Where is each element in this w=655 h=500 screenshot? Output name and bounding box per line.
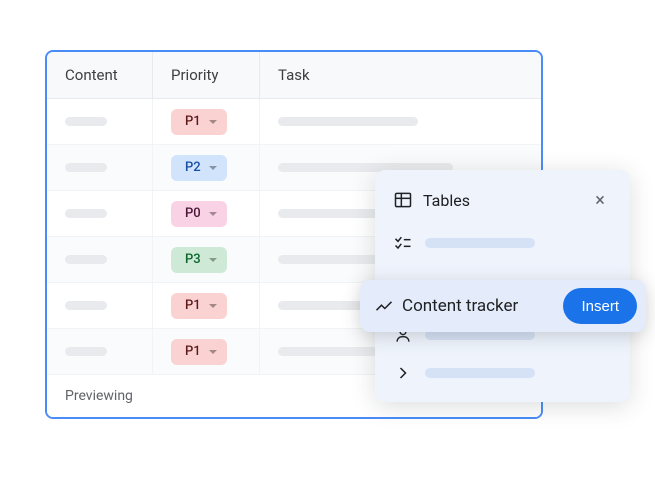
priority-label: P1 bbox=[185, 298, 201, 313]
cell-priority: P1 bbox=[152, 283, 260, 328]
priority-label: P1 bbox=[185, 114, 201, 129]
panel-item-content-tracker[interactable]: Content tracker Insert bbox=[360, 280, 646, 332]
priority-chip[interactable]: P1 bbox=[171, 109, 227, 135]
panel-title: Tables bbox=[423, 191, 578, 210]
placeholder bbox=[65, 301, 107, 310]
chevron-down-icon bbox=[209, 350, 217, 354]
cell-priority: P0 bbox=[152, 191, 260, 236]
column-header-content[interactable]: Content bbox=[47, 52, 152, 98]
cell-priority: P1 bbox=[152, 329, 260, 374]
chevron-down-icon bbox=[209, 304, 217, 308]
column-header-task[interactable]: Task bbox=[260, 52, 541, 98]
trend-icon bbox=[374, 296, 394, 316]
priority-chip[interactable]: P2 bbox=[171, 155, 227, 181]
close-icon[interactable]: × bbox=[588, 188, 612, 212]
table-icon bbox=[393, 190, 413, 210]
table-header: Content Priority Task bbox=[47, 52, 541, 99]
cell-task bbox=[260, 109, 541, 134]
placeholder bbox=[65, 209, 107, 218]
cell-content bbox=[47, 247, 152, 272]
placeholder bbox=[425, 238, 535, 248]
chevron-down-icon bbox=[209, 120, 217, 124]
chevron-down-icon bbox=[209, 166, 217, 170]
panel-item-checklist[interactable] bbox=[375, 224, 630, 262]
cell-content bbox=[47, 201, 152, 226]
chevron-down-icon bbox=[209, 258, 217, 262]
cell-priority: P1 bbox=[152, 99, 260, 144]
placeholder bbox=[65, 117, 107, 126]
cell-content bbox=[47, 109, 152, 134]
priority-label: P3 bbox=[185, 252, 201, 267]
checklist-icon bbox=[393, 233, 413, 253]
placeholder bbox=[425, 368, 535, 378]
cell-content bbox=[47, 155, 152, 180]
priority-label: P1 bbox=[185, 344, 201, 359]
priority-label: P0 bbox=[185, 206, 201, 221]
chevron-right-icon bbox=[393, 363, 413, 383]
placeholder bbox=[65, 255, 107, 264]
priority-chip[interactable]: P1 bbox=[171, 293, 227, 319]
cell-content bbox=[47, 293, 152, 318]
cell-priority: P3 bbox=[152, 237, 260, 282]
priority-chip[interactable]: P0 bbox=[171, 201, 227, 227]
panel-header: Tables × bbox=[375, 184, 630, 224]
placeholder bbox=[65, 347, 107, 356]
cell-priority: P2 bbox=[152, 145, 260, 190]
column-header-priority[interactable]: Priority bbox=[152, 52, 260, 98]
insert-button[interactable]: Insert bbox=[563, 288, 637, 324]
panel-item-label: Content tracker bbox=[402, 296, 555, 316]
table-row[interactable]: P1 bbox=[47, 99, 541, 145]
placeholder bbox=[65, 163, 107, 172]
panel-item-more[interactable] bbox=[375, 354, 630, 392]
chevron-down-icon bbox=[209, 212, 217, 216]
placeholder bbox=[278, 117, 418, 126]
cell-content bbox=[47, 339, 152, 364]
priority-chip[interactable]: P3 bbox=[171, 247, 227, 273]
priority-chip[interactable]: P1 bbox=[171, 339, 227, 365]
priority-label: P2 bbox=[185, 160, 201, 175]
